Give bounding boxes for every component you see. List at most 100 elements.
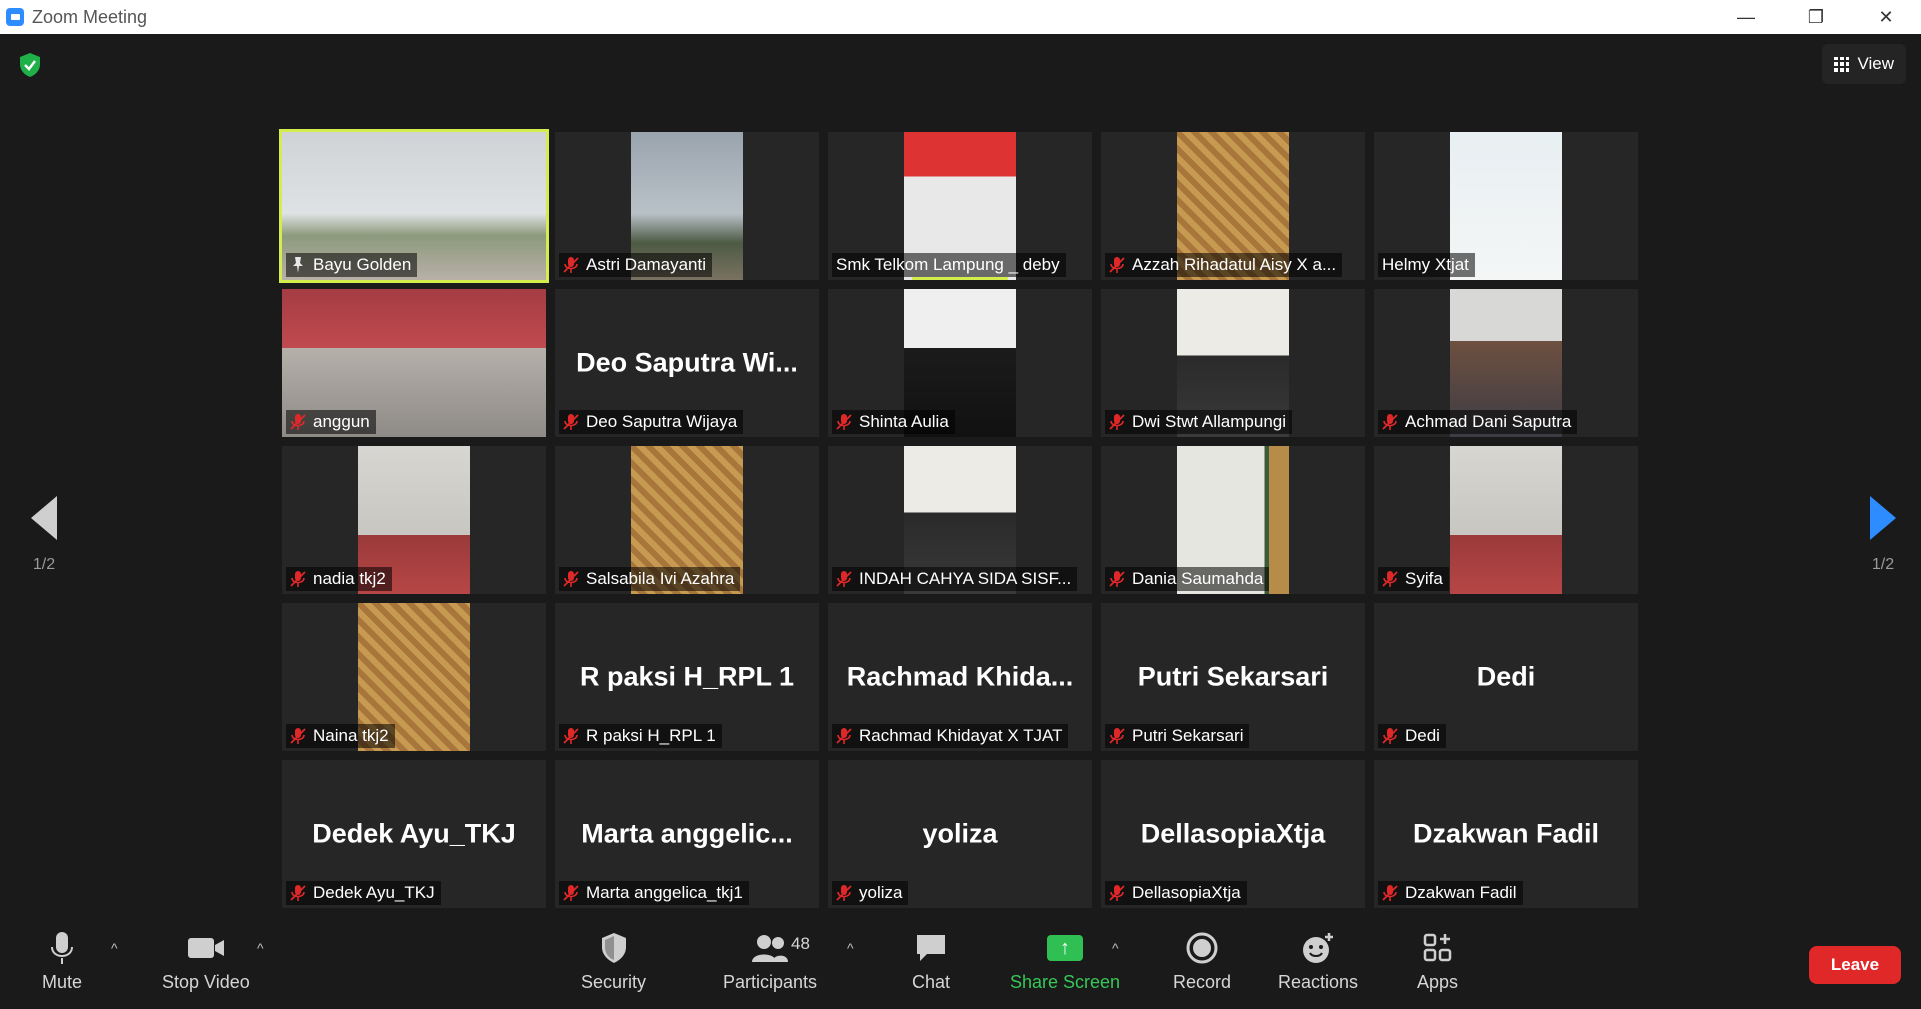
participant-tile[interactable]: Shinta Aulia bbox=[828, 289, 1092, 437]
participant-display-name: R paksi H_RPL 1 bbox=[579, 661, 795, 692]
participant-tile[interactable]: Azzah Rihadatul Aisy X a... bbox=[1101, 132, 1365, 280]
participant-name: Marta anggelica_tkj1 bbox=[586, 883, 743, 902]
share-screen-button[interactable]: ↑ Share Screen bbox=[1010, 930, 1120, 993]
apps-button[interactable]: Apps bbox=[1417, 930, 1458, 993]
participant-tile[interactable]: R paksi H_RPL 1 R paksi H_RPL 1 bbox=[555, 603, 819, 751]
mic-muted-icon bbox=[1380, 412, 1400, 432]
participants-label: Participants bbox=[723, 972, 818, 992]
security-label: Security bbox=[581, 972, 647, 992]
restore-button[interactable]: ❐ bbox=[1781, 0, 1851, 34]
video-options-caret[interactable]: ^ bbox=[257, 940, 264, 956]
participant-name: Salsabila Ivi Azahra bbox=[586, 569, 735, 588]
meeting-toolbar: Mute ^ Stop Video ^ Security 48 Particip… bbox=[0, 910, 1921, 1009]
close-button[interactable]: ✕ bbox=[1851, 0, 1921, 34]
participant-name-label: yoliza bbox=[832, 881, 909, 905]
participant-tile[interactable]: Dania Saumahda bbox=[1101, 446, 1365, 594]
participant-tile[interactable]: Syifa bbox=[1374, 446, 1638, 594]
participant-tile[interactable]: Dwi Stwt Allampungi bbox=[1101, 289, 1365, 437]
participant-name-label: Putri Sekarsari bbox=[1105, 724, 1250, 748]
video-camera-icon bbox=[187, 930, 225, 966]
participant-tile[interactable]: Bayu Golden bbox=[279, 129, 549, 283]
record-label: Record bbox=[1173, 972, 1232, 992]
participant-display-name: Dedi bbox=[1476, 661, 1536, 692]
mic-muted-icon bbox=[1380, 883, 1400, 903]
mic-muted-icon bbox=[1107, 255, 1127, 275]
participants-button[interactable]: 48 Participants bbox=[723, 930, 817, 993]
participant-tile[interactable]: Naina tkj2 bbox=[282, 603, 546, 751]
participant-tile[interactable]: Salsabila Ivi Azahra bbox=[555, 446, 819, 594]
participant-tile[interactable]: Dzakwan Fadil Dzakwan Fadil bbox=[1374, 760, 1638, 908]
participant-name-label: Rachmad Khidayat X TJAT bbox=[832, 724, 1069, 748]
participant-tile[interactable]: anggun bbox=[282, 289, 546, 437]
participant-name-label: Dedek Ayu_TKJ bbox=[286, 881, 441, 905]
participant-display-name: Marta anggelic... bbox=[581, 818, 793, 849]
stop-video-label: Stop Video bbox=[162, 972, 250, 992]
participant-tile[interactable]: Smk Telkom Lampung _ deby bbox=[828, 132, 1092, 280]
participant-tile[interactable]: Marta anggelic... Marta anggelica_tkj1 bbox=[555, 760, 819, 908]
mic-muted-icon bbox=[834, 412, 854, 432]
participant-tile[interactable]: INDAH CAHYA SIDA SISF... bbox=[828, 446, 1092, 594]
meeting-area: View 1/2 1/2 Bayu Golden Astri Damayanti S… bbox=[0, 34, 1921, 1009]
record-icon bbox=[1186, 930, 1218, 966]
participant-name: nadia tkj2 bbox=[313, 569, 386, 588]
mute-button[interactable]: Mute bbox=[42, 930, 82, 993]
mic-muted-icon bbox=[288, 726, 308, 746]
participant-tile[interactable]: Dedek Ayu_TKJ Dedek Ayu_TKJ bbox=[282, 760, 546, 908]
chat-button[interactable]: Chat bbox=[912, 930, 950, 993]
mic-muted-icon bbox=[561, 569, 581, 589]
participant-tile[interactable]: Helmy Xtjat bbox=[1374, 132, 1638, 280]
participant-tile[interactable]: yoliza yoliza bbox=[828, 760, 1092, 908]
minimize-button[interactable]: — bbox=[1711, 0, 1781, 34]
participant-name-label: Achmad Dani Saputra bbox=[1378, 410, 1578, 434]
participants-options-caret[interactable]: ^ bbox=[847, 940, 854, 956]
participant-name-label: Salsabila Ivi Azahra bbox=[559, 567, 741, 591]
title-bar: Zoom Meeting — ❐ ✕ bbox=[0, 0, 1921, 34]
leave-button[interactable]: Leave bbox=[1809, 946, 1901, 984]
participant-tile[interactable]: Astri Damayanti bbox=[555, 132, 819, 280]
mic-muted-icon bbox=[1107, 883, 1127, 903]
apps-icon bbox=[1423, 930, 1453, 966]
chat-bubble-icon bbox=[915, 930, 947, 966]
pin-icon bbox=[288, 255, 308, 275]
next-page-button[interactable]: 1/2 bbox=[1863, 496, 1903, 574]
speaking-indicator bbox=[912, 277, 1008, 280]
participant-name-label: Azzah Rihadatul Aisy X a... bbox=[1105, 253, 1343, 277]
participant-tile[interactable]: Rachmad Khida... Rachmad Khidayat X TJAT bbox=[828, 603, 1092, 751]
mic-muted-icon bbox=[288, 412, 308, 432]
participant-name-label: Astri Damayanti bbox=[559, 253, 712, 277]
page-indicator-right: 1/2 bbox=[1871, 556, 1895, 573]
share-screen-label: Share Screen bbox=[1010, 972, 1121, 992]
page-indicator-left: 1/2 bbox=[32, 556, 56, 573]
participant-name-label: Smk Telkom Lampung _ deby bbox=[832, 253, 1066, 277]
participant-name-label: Naina tkj2 bbox=[286, 724, 395, 748]
reactions-button[interactable]: Reactions bbox=[1278, 930, 1358, 993]
participant-tile[interactable]: Dedi Dedi bbox=[1374, 603, 1638, 751]
audio-options-caret[interactable]: ^ bbox=[111, 940, 118, 956]
participant-tile[interactable]: Achmad Dani Saputra bbox=[1374, 289, 1638, 437]
security-button[interactable]: Security bbox=[581, 930, 646, 993]
participant-name: DellasopiaXtja bbox=[1132, 883, 1241, 902]
participant-name-label: Shinta Aulia bbox=[832, 410, 955, 434]
record-button[interactable]: Record bbox=[1173, 930, 1231, 993]
share-options-caret[interactable]: ^ bbox=[1112, 940, 1119, 956]
shield-check-icon[interactable] bbox=[18, 52, 42, 78]
mic-muted-icon bbox=[1107, 569, 1127, 589]
participant-tile[interactable]: Deo Saputra Wi... Deo Saputra Wijaya bbox=[555, 289, 819, 437]
participant-name: yoliza bbox=[859, 883, 903, 902]
participant-display-name: Dedek Ayu_TKJ bbox=[312, 818, 516, 849]
participant-name-label: Bayu Golden bbox=[286, 253, 418, 277]
arrow-right-icon bbox=[1870, 496, 1896, 540]
share-screen-icon: ↑ bbox=[1047, 930, 1084, 966]
participant-name-label: Helmy Xtjat bbox=[1378, 253, 1475, 277]
participant-tile[interactable]: Putri Sekarsari Putri Sekarsari bbox=[1101, 603, 1365, 751]
participant-name: Naina tkj2 bbox=[313, 726, 389, 745]
previous-page-button[interactable]: 1/2 bbox=[24, 496, 64, 574]
participant-tile[interactable]: nadia tkj2 bbox=[282, 446, 546, 594]
view-button[interactable]: View bbox=[1822, 44, 1906, 84]
mic-muted-icon bbox=[1380, 569, 1400, 589]
participant-name: R paksi H_RPL 1 bbox=[586, 726, 716, 745]
participant-name-label: nadia tkj2 bbox=[286, 567, 392, 591]
participant-tile[interactable]: DellasopiaXtja DellasopiaXtja bbox=[1101, 760, 1365, 908]
stop-video-button[interactable]: Stop Video bbox=[162, 930, 250, 993]
participant-name-label: Dwi Stwt Allampungi bbox=[1105, 410, 1293, 434]
